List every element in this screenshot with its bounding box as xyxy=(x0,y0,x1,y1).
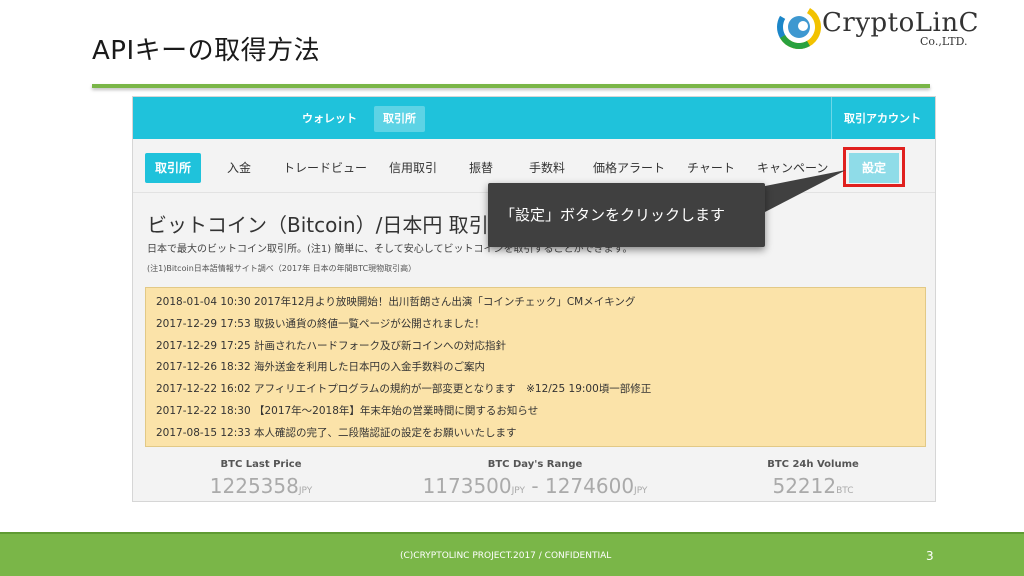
exchange-screenshot: ウォレット 取引所 取引アカウント▼ 取引所 入金 トレードビュー 信用取引 振… xyxy=(132,96,936,502)
news-item[interactable]: 2017-12-29 17:53 取扱い通貨の終値一覧ページが公開されました！ xyxy=(156,314,915,336)
footer-copyright: (C)CRYPTOLINC PROJECT.2017 / CONFIDENTIA… xyxy=(400,551,612,561)
tab-chart[interactable]: チャート xyxy=(687,153,735,183)
stat-value: 1225358JPY xyxy=(141,474,381,498)
last-price-value: 1225358 xyxy=(209,474,299,498)
tab-deposit[interactable]: 入金 xyxy=(227,153,251,183)
nav-exchange[interactable]: 取引所 xyxy=(374,106,425,132)
news-item[interactable]: 2017-08-15 12:33 本人確認の完了、二段階認証の設定をお願いいたし… xyxy=(156,423,915,445)
nav-separator xyxy=(831,97,832,139)
callout-text: 「設定」ボタンをクリックします xyxy=(500,206,726,224)
settings-highlight-box xyxy=(843,147,905,187)
last-price-unit: JPY xyxy=(298,486,313,496)
logo-wordmark: CryptoLinC xyxy=(822,8,979,38)
news-item[interactable]: 2017-12-22 16:02 アフィリエイトプログラムの規約が一部変更となり… xyxy=(156,379,915,401)
account-menu[interactable]: 取引アカウント▼ xyxy=(835,106,935,150)
page-title: ビットコイン（Bitcoin）/日本円 取引所 xyxy=(147,213,509,237)
tab-transfer[interactable]: 振替 xyxy=(469,153,493,183)
stat-24h-volume: BTC 24h Volume 52212BTC xyxy=(693,459,933,498)
page-number: 3 xyxy=(926,549,934,563)
tab-exchange[interactable]: 取引所 xyxy=(145,153,202,183)
top-navigation: ウォレット 取引所 取引アカウント▼ xyxy=(133,97,935,150)
volume-unit: BTC xyxy=(836,486,854,496)
stat-label: BTC Day's Range xyxy=(487,459,583,470)
page-note: (注1)Bitcoin日本語情報サイト調べ（2017年 日本の年間BTC現物取引… xyxy=(147,264,417,273)
slide-title: APIキーの取得方法 xyxy=(92,36,321,66)
tab-campaign[interactable]: キャンペーン xyxy=(757,153,828,183)
volume-value: 52212 xyxy=(772,474,837,498)
tab-price-alert[interactable]: 価格アラート xyxy=(593,153,665,183)
stat-day-range: BTC Day's Range 1173500JPY - 1274600JPY xyxy=(415,459,655,498)
footer-divider xyxy=(0,532,1024,534)
range-high-value: 1274600 xyxy=(544,474,635,498)
stat-label: BTC Last Price xyxy=(220,459,302,470)
tab-margin-trade[interactable]: 信用取引 xyxy=(389,153,437,183)
nav-wallet[interactable]: ウォレット xyxy=(293,106,366,132)
title-divider xyxy=(92,84,930,88)
stat-label: BTC 24h Volume xyxy=(767,459,859,470)
news-item[interactable]: 2017-12-29 17:25 計画されたハードフォーク及び新コインへの対応指… xyxy=(156,336,915,358)
tab-fees[interactable]: 手数料 xyxy=(529,153,565,183)
range-low-value: 1173500 xyxy=(422,474,512,498)
tab-tradeview[interactable]: トレードビュー xyxy=(283,153,367,183)
news-item[interactable]: 2018-01-04 10:30 2017年12月より放映開始！出川哲朗さん出演… xyxy=(156,292,915,314)
news-item[interactable]: 2017-12-26 18:32 海外送金を利用した日本円の入金手数料のご案内 xyxy=(156,357,915,379)
news-panel: 2018-01-04 10:30 2017年12月より放映開始！出川哲朗さん出演… xyxy=(145,287,926,447)
news-item[interactable]: 2017-12-22 18:30 【2017年〜2018年】年末年始の営業時間に… xyxy=(156,401,915,423)
stat-value: 1173500JPY - 1274600JPY xyxy=(422,474,648,498)
range-low-unit: JPY xyxy=(511,486,526,496)
instruction-callout: 「設定」ボタンをクリックします xyxy=(488,183,765,247)
cryptolinc-logo-icon xyxy=(777,4,821,49)
stat-last-price: BTC Last Price 1225358JPY xyxy=(141,459,381,498)
stat-value: 52212BTC xyxy=(693,474,933,498)
logo-subtext: Co.,LTD. xyxy=(920,35,968,48)
btc-stats: BTC Last Price 1225358JPY BTC Day's Rang… xyxy=(133,459,935,501)
range-high-unit: JPY xyxy=(634,486,648,496)
account-menu-label: 取引アカウント xyxy=(844,112,921,125)
company-logo: CryptoLinC Co.,LTD. xyxy=(776,4,979,52)
